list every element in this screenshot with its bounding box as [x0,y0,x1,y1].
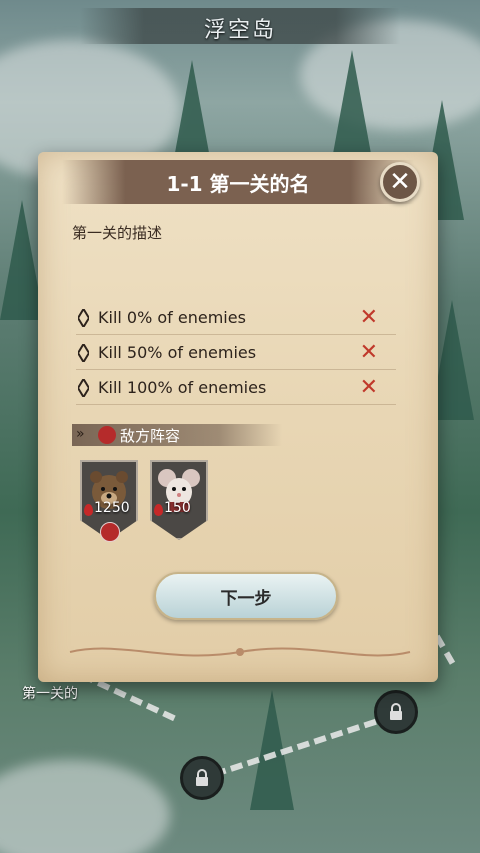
close-icon: ✕ [389,167,411,197]
enemy-power: 1250 [94,500,130,516]
objective-row: Kill 0% of enemies ✕ [76,304,396,335]
diamond-icon [78,379,89,397]
map-path [213,718,377,778]
objective-label: Kill 100% of enemies [98,378,267,397]
diamond-icon [78,309,89,327]
dialog-header: 1-1 第一关的名 [62,160,414,204]
enemy-lineup-label: 敌方阵容 [120,427,181,445]
map-node-label[interactable]: 第一关的 [22,683,78,703]
objective-label: Kill 50% of enemies [98,343,257,362]
enemy-card-mouse[interactable]: 150 [150,460,208,540]
blood-drop-icon [154,504,163,516]
close-button[interactable]: ✕ [380,162,420,202]
enemy-power: 150 [164,500,191,516]
diamond-icon [78,344,89,362]
double-arrow-icon: » [76,426,85,442]
dialog-title: 1-1 第一关的名 [166,172,310,196]
screen-title: 浮空岛 [203,18,276,43]
skull-icon [98,426,116,444]
ornament-divider [69,647,411,657]
blood-drop-icon [84,504,93,516]
cross-icon: ✕ [359,375,378,400]
lock-icon [390,703,402,720]
objective-row: Kill 50% of enemies ✕ [76,339,396,370]
objective-label: Kill 0% of enemies [98,308,246,327]
next-step-label: 下一步 [220,589,272,609]
cloud [0,760,170,853]
locked-level-node[interactable] [374,690,418,734]
objective-row: Kill 100% of enemies ✕ [76,374,396,405]
boss-skull-icon [100,522,120,542]
enemy-lineup-header: » 敌方阵容 [72,424,282,446]
next-step-button[interactable]: 下一步 [154,572,338,620]
top-title-bar: 浮空岛 [80,8,400,44]
cross-icon: ✕ [359,340,378,365]
lock-icon [196,769,208,786]
cross-icon: ✕ [359,305,378,330]
level-description: 第一关的描述 [72,224,163,242]
enemy-card-bear[interactable]: 1250 [80,460,138,542]
locked-level-node[interactable] [180,756,224,800]
